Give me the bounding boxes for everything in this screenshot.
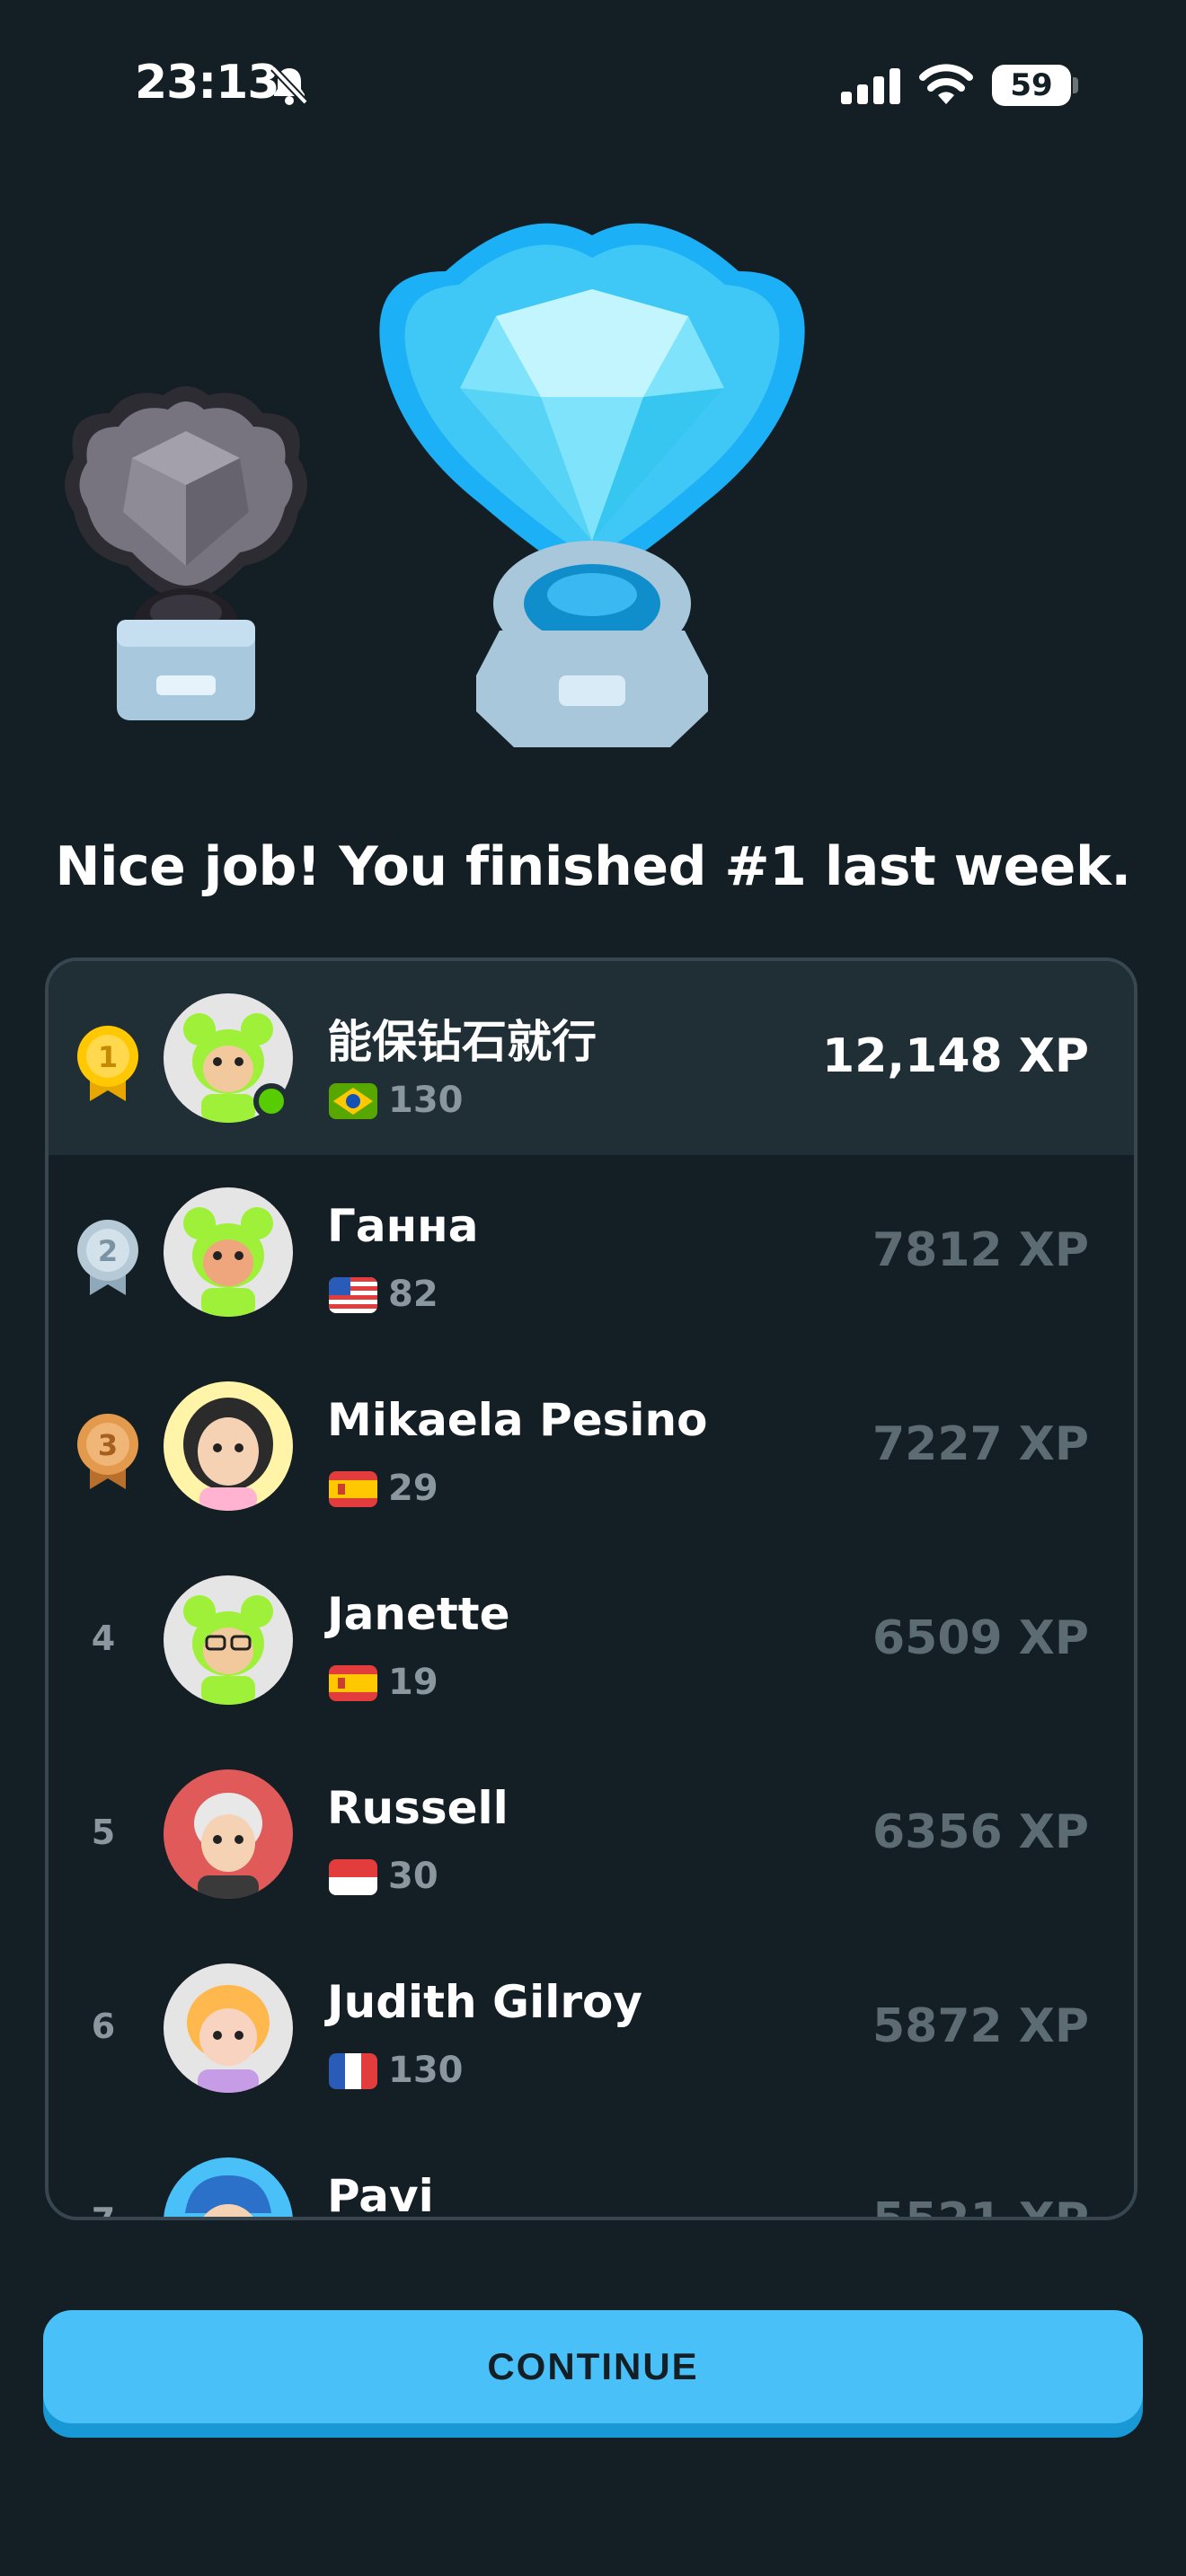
avatar [164, 1963, 293, 2093]
leaderboard-row-current-user[interactable]: 1 能保钻石就行 130 12,148 XP [49, 961, 1134, 1155]
leaderboard-row[interactable]: 6 Judith Gilroy 130 5872 XP [49, 1931, 1134, 2125]
svg-text:1: 1 [98, 1040, 118, 1074]
avatar [164, 2157, 293, 2217]
streak-count: 82 [388, 1274, 438, 1315]
bell-muted-icon [270, 65, 309, 110]
leaderboard-row[interactable]: 5 Russell 30 6356 XP [49, 1737, 1134, 1931]
xp-value: 7227 XP [872, 1417, 1089, 1471]
streak-count: 30 [388, 1856, 438, 1897]
user-name: Janette [327, 1588, 510, 1640]
xp-value: 12,148 XP [822, 1029, 1089, 1083]
user-name: Russell [327, 1782, 509, 1834]
rank-number: 7 [91, 2201, 116, 2220]
user-name: Judith Gilroy [327, 1976, 642, 2028]
leaderboard-row[interactable]: 2 Ганна 82 7812 XP [49, 1155, 1134, 1349]
user-name: Pavi [327, 2170, 434, 2220]
streak-count: 19 [388, 1662, 438, 1703]
rank-number: 4 [91, 1619, 116, 1658]
diamond-trophy-icon [374, 208, 810, 760]
avatar [164, 1381, 293, 1511]
avatar [164, 1769, 293, 1899]
france-flag-icon [329, 2053, 377, 2089]
spain-flag-icon [329, 1471, 377, 1507]
svg-text:2: 2 [98, 1234, 118, 1268]
leaderboard-list[interactable]: 1 能保钻石就行 130 12,148 XP 2 Ганна 82 7812 X… [45, 957, 1137, 2220]
leaderboard-row[interactable]: 7 Pavi 5521 XP [49, 2125, 1134, 2220]
battery-indicator: 59 [992, 65, 1071, 106]
xp-value: 5521 XP [872, 2193, 1089, 2220]
user-name: 能保钻石就行 [327, 1016, 597, 1068]
xp-value: 7812 XP [872, 1223, 1089, 1277]
xp-value: 6356 XP [872, 1805, 1089, 1859]
avatar [164, 1575, 293, 1705]
bronze-medal-icon: 3 [75, 1412, 140, 1496]
wifi-icon [918, 63, 974, 110]
battery-tip [1073, 77, 1078, 93]
cellular-signal-icon [841, 68, 902, 108]
gold-medal-icon: 1 [75, 1024, 140, 1108]
indonesia-flag-icon [329, 1859, 377, 1895]
spain-flag-icon [329, 1665, 377, 1701]
brazil-flag-icon [329, 1083, 377, 1119]
status-time: 23:13 [135, 56, 280, 110]
avatar [164, 1187, 293, 1317]
result-headline: Nice job! You finished #1 last week. [55, 835, 1131, 898]
online-status-dot [253, 1083, 289, 1119]
user-name: Mikaela Pesino [327, 1394, 708, 1446]
leaderboard-row[interactable]: 4 Janette 19 6509 XP [49, 1543, 1134, 1737]
streak-count: 29 [388, 1468, 438, 1509]
gray-trophy-icon [47, 377, 325, 731]
usa-flag-icon [329, 1277, 377, 1313]
streak-count: 130 [388, 1080, 464, 1121]
leaderboard-result-screen: 23:13 59 Nice job! You finished #1 last … [0, 0, 1186, 2576]
continue-button[interactable]: CONTINUE [43, 2310, 1143, 2423]
rank-number: 5 [91, 1813, 116, 1852]
user-name: Ганна [327, 1200, 479, 1252]
svg-text:3: 3 [98, 1428, 118, 1462]
silver-medal-icon: 2 [75, 1218, 140, 1302]
xp-value: 6509 XP [872, 1611, 1089, 1665]
xp-value: 5872 XP [872, 1999, 1089, 2053]
streak-count: 130 [388, 2050, 464, 2091]
rank-number: 6 [91, 2007, 116, 2046]
leaderboard-row[interactable]: 3 Mikaela Pesino 29 7227 XP [49, 1349, 1134, 1543]
